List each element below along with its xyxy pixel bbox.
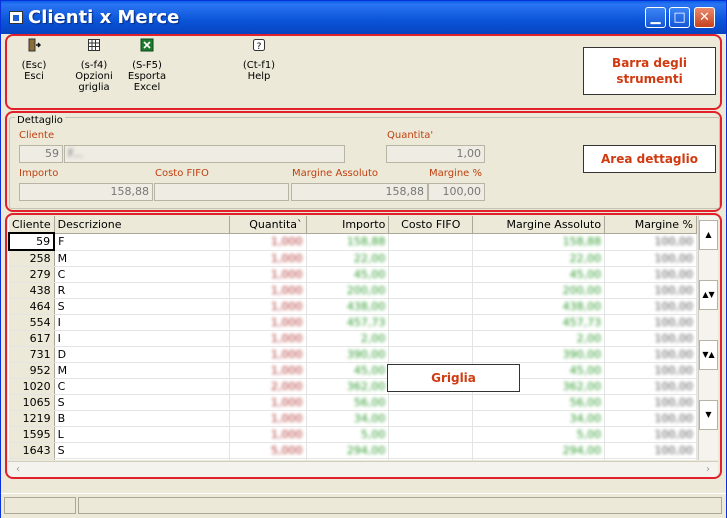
margine-assoluto-field[interactable]: 158,88 xyxy=(291,183,428,201)
cliente-code-field[interactable]: 59 xyxy=(19,145,63,163)
app-icon xyxy=(9,11,23,24)
status-bar xyxy=(1,493,726,518)
status-panel-2 xyxy=(78,497,722,514)
minimize-button[interactable]: ▁ xyxy=(645,7,666,28)
detail-legend: Dettaglio xyxy=(15,115,65,126)
window-title: Clienti x Merce xyxy=(28,7,180,28)
maximize-icon: □ xyxy=(673,10,686,25)
margine-pct-field[interactable]: 100,00 xyxy=(428,183,485,201)
grid-highlight xyxy=(5,213,722,479)
maximize-button[interactable]: □ xyxy=(669,7,690,28)
cliente-name-field[interactable]: F... xyxy=(64,145,345,163)
title-bar[interactable]: Clienti x Merce ▁ □ ✕ xyxy=(1,1,726,34)
quantita-label: Quantita' xyxy=(387,130,434,141)
costo-fifo-field[interactable] xyxy=(154,183,289,201)
importo-label: Importo xyxy=(19,168,59,179)
minimize-icon: ▁ xyxy=(650,10,661,25)
cliente-name-value: F... xyxy=(68,147,84,160)
costo-fifo-label: Costo FIFO xyxy=(155,168,209,179)
cliente-label: Cliente xyxy=(19,130,55,141)
detail-callout: Area dettaglio xyxy=(583,145,716,173)
status-panel-1 xyxy=(4,497,76,514)
close-icon: ✕ xyxy=(699,10,710,25)
app-window: Clienti x Merce ▁ □ ✕ (Esc) Esci (s-f4) … xyxy=(0,0,727,518)
close-button[interactable]: ✕ xyxy=(694,7,715,28)
importo-field[interactable]: 158,88 xyxy=(19,183,153,201)
toolbar-callout: Barra degli strumenti xyxy=(583,47,716,95)
margine-assoluto-label: Margine Assoluto xyxy=(292,168,379,179)
quantita-field[interactable]: 1,00 xyxy=(386,145,485,163)
margine-pct-label: Margine % xyxy=(429,168,482,179)
